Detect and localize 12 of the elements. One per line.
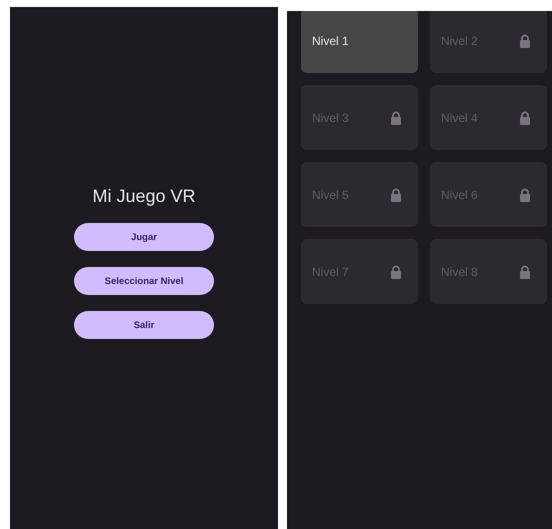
menu-button[interactable]: Seleccionar Nivel [74,267,214,295]
level-card[interactable]: Nivel 1 [301,11,418,73]
lock-icon [390,264,402,278]
lock-icon [519,34,531,48]
lock-icon [390,110,402,124]
lock-icon [519,110,531,124]
menu-button[interactable]: Salir [74,311,214,339]
lock-icon [519,188,531,202]
lock-icon [519,264,531,278]
game-title: Mi Juego VR [92,186,196,207]
menu-button[interactable]: Jugar [74,223,214,251]
lock-icon [390,188,402,202]
